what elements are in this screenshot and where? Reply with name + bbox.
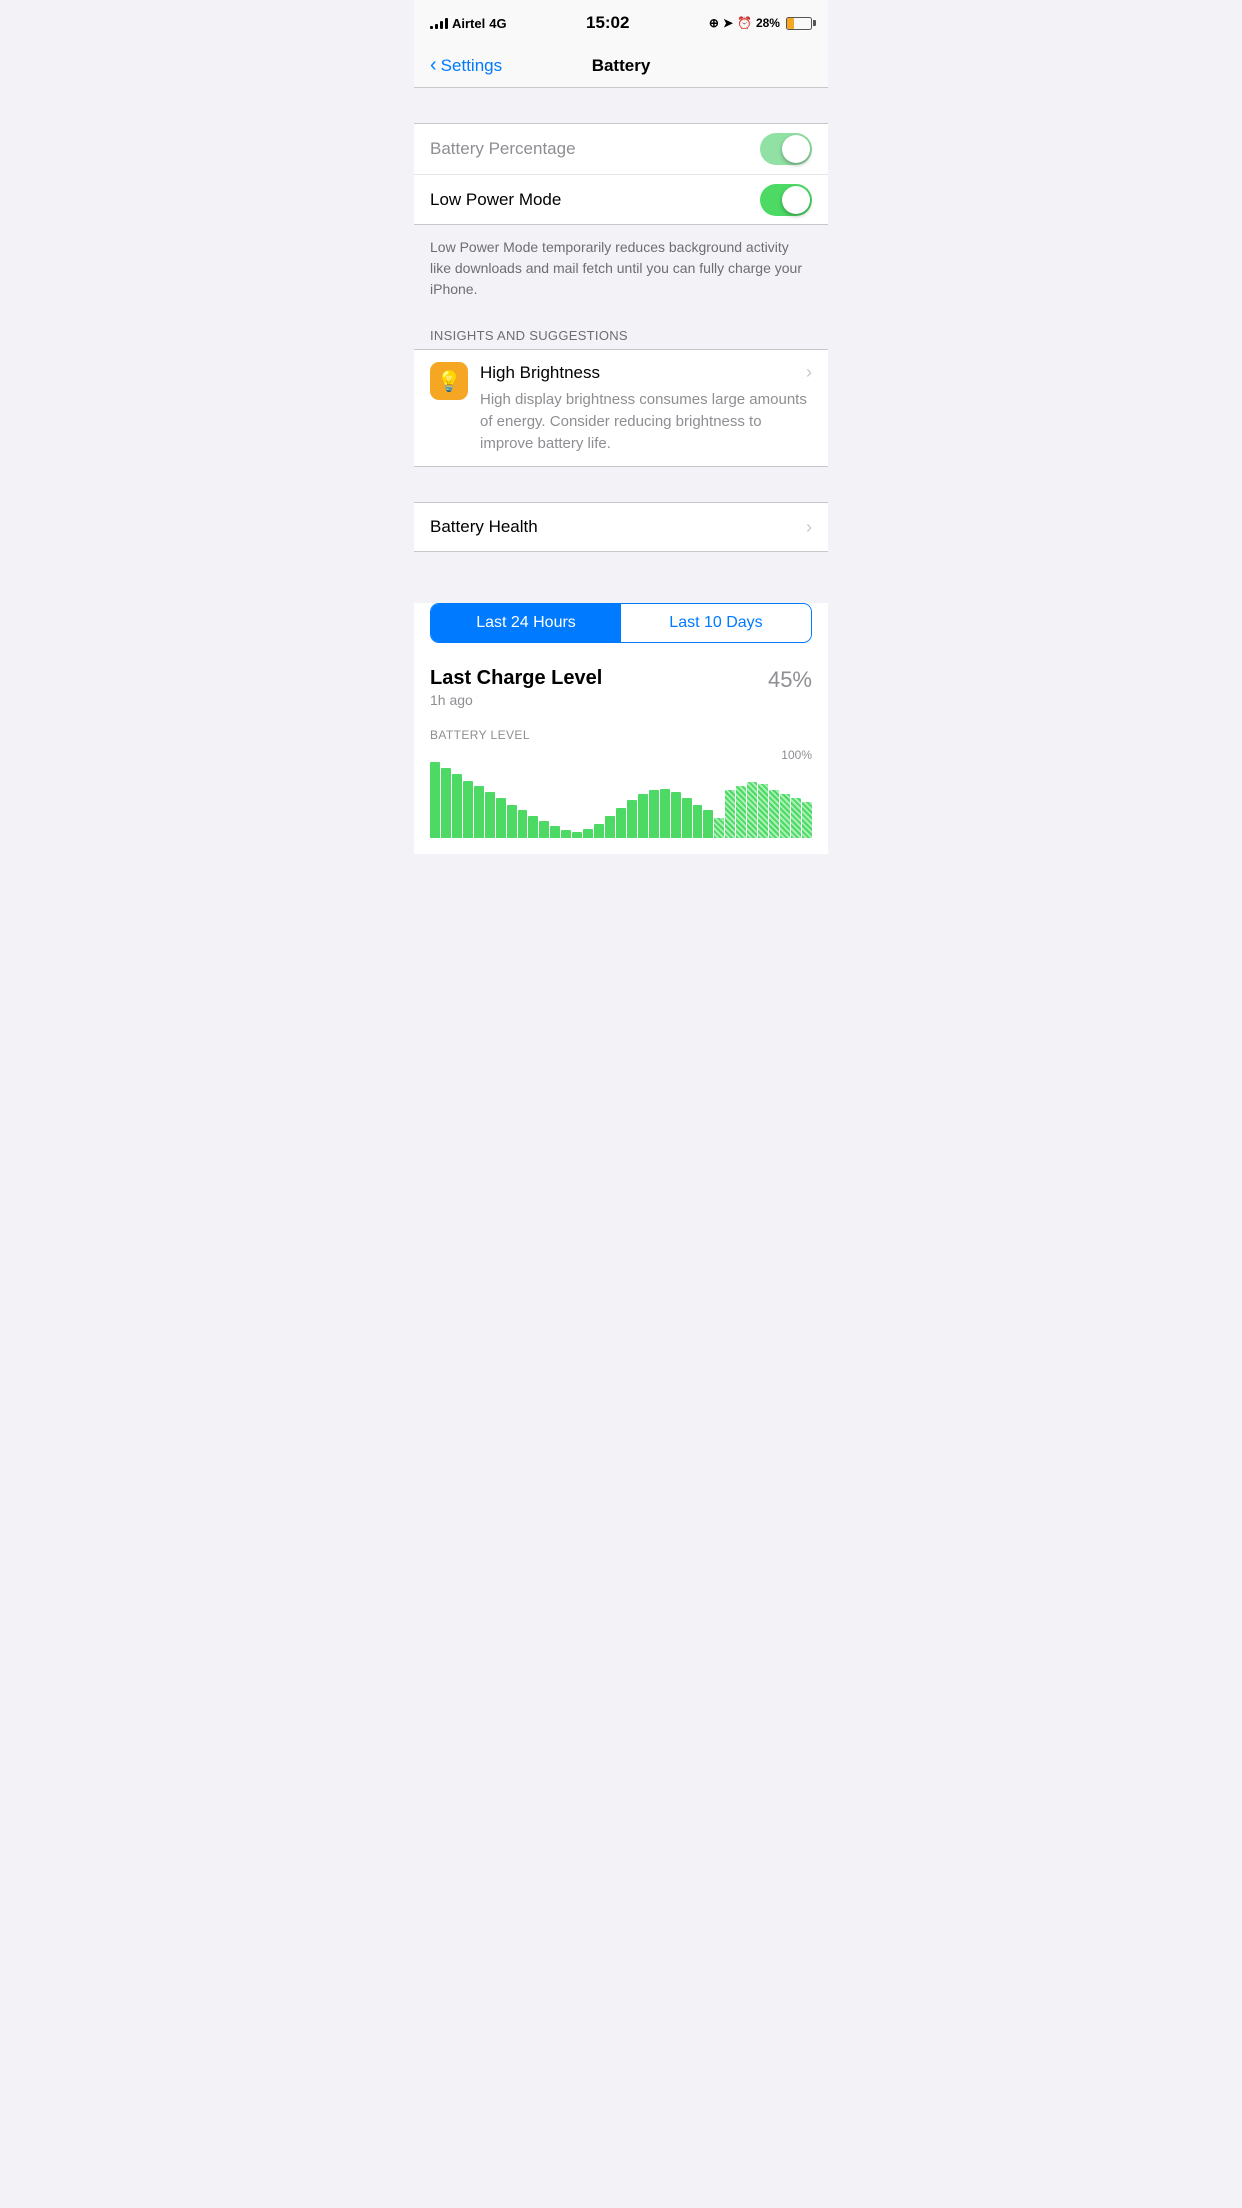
chart-bar: [769, 790, 779, 838]
navigation-icon: ➤: [723, 16, 733, 30]
time-range-selector: Last 24 Hours Last 10 Days: [430, 603, 812, 643]
chart-bar: [682, 798, 692, 838]
battery-status-icon: [786, 17, 812, 30]
section-gap-2: [414, 467, 828, 502]
alarm-icon: ⏰: [737, 16, 752, 30]
chart-bar: [736, 786, 746, 838]
chart-bar: [452, 774, 462, 838]
chart-bar: [507, 805, 517, 839]
charge-info: Last Charge Level 1h ago: [430, 667, 602, 708]
chart-bar: [528, 816, 538, 838]
battery-level-chart: 100%: [430, 748, 812, 838]
chart-bar: [649, 790, 659, 838]
battery-percent-text: 28%: [756, 16, 780, 30]
chart-bar: [539, 821, 549, 839]
section-gap-3: [414, 552, 828, 587]
high-brightness-insight[interactable]: 💡 High Brightness › High display brightn…: [414, 349, 828, 467]
chart-bar: [561, 830, 571, 838]
last-charge-section: Last Charge Level 1h ago 45%: [414, 659, 828, 720]
low-power-mode-row: Low Power Mode: [414, 174, 828, 224]
carrier-info: Airtel 4G: [430, 16, 507, 31]
chart-bar: [616, 808, 626, 838]
chart-bar: [572, 832, 582, 838]
chart-bar: [671, 792, 681, 838]
carrier-name: Airtel: [452, 16, 485, 31]
last-24h-button[interactable]: Last 24 Hours: [431, 604, 621, 642]
status-bar: Airtel 4G 15:02 ⊕ ➤ ⏰ 28%: [414, 0, 828, 44]
back-button[interactable]: ‹ Settings: [430, 54, 502, 77]
low-power-mode-label: Low Power Mode: [430, 190, 561, 210]
nav-bar: ‹ Settings Battery: [414, 44, 828, 88]
insight-title-row: High Brightness ›: [480, 362, 812, 383]
location-icon: ⊕: [709, 16, 719, 30]
time-display: 15:02: [586, 13, 629, 33]
chart-bar: [583, 829, 593, 839]
battery-percentage-toggle[interactable]: [760, 133, 812, 165]
chart-bar: [747, 782, 757, 838]
chart-bar: [693, 805, 703, 839]
network-type: 4G: [489, 16, 506, 31]
chart-bar: [496, 798, 506, 838]
charge-title: Last Charge Level: [430, 667, 602, 690]
low-power-description: Low Power Mode temporarily reduces backg…: [414, 225, 828, 320]
chart-bar: [485, 792, 495, 838]
chart-bar: [758, 784, 768, 838]
chart-bar: [605, 816, 615, 838]
toggle-knob-2: [782, 186, 810, 214]
battery-health-label: Battery Health: [430, 517, 538, 537]
back-label: Settings: [441, 56, 502, 76]
battery-health-chevron-icon: ›: [806, 517, 812, 538]
battery-percentage-row: Battery Percentage: [414, 124, 828, 174]
chart-bar: [550, 826, 560, 838]
chart-bar: [430, 762, 440, 838]
chart-bar: [703, 810, 713, 838]
chart-bar: [441, 768, 451, 838]
insights-section-header: INSIGHTS AND SUGGESTIONS: [414, 320, 828, 349]
low-power-mode-toggle[interactable]: [760, 184, 812, 216]
battery-level-chart-section: BATTERY LEVEL 100%: [414, 720, 828, 854]
battery-percentage-label: Battery Percentage: [430, 139, 576, 159]
chart-percent-label: 100%: [781, 748, 812, 762]
chart-bar: [802, 802, 812, 838]
battery-level-chart-label: BATTERY LEVEL: [430, 720, 812, 748]
chart-bar: [660, 789, 670, 839]
insight-title: High Brightness: [480, 363, 600, 383]
battery-settings-group: Battery Percentage Low Power Mode: [414, 123, 828, 225]
insight-description: High display brightness consumes large a…: [480, 389, 812, 454]
status-icons: ⊕ ➤ ⏰ 28%: [709, 16, 812, 30]
section-gap-1: [414, 88, 828, 123]
last-10d-button[interactable]: Last 10 Days: [621, 604, 811, 642]
chart-bar: [714, 818, 724, 838]
chart-bar: [594, 824, 604, 838]
charge-percent-value: 45%: [768, 667, 812, 693]
chart-bar: [638, 794, 648, 838]
chart-bar: [725, 790, 735, 838]
charge-time-ago: 1h ago: [430, 692, 602, 708]
insight-chevron-icon: ›: [806, 362, 812, 383]
chart-bar: [791, 798, 801, 838]
back-chevron-icon: ‹: [430, 54, 437, 77]
page-title: Battery: [592, 56, 651, 76]
chart-bar: [627, 800, 637, 838]
brightness-icon: 💡: [430, 362, 468, 400]
chart-bar: [518, 810, 528, 838]
chart-bar: [474, 786, 484, 838]
toggle-knob: [782, 135, 810, 163]
chart-bar: [780, 794, 790, 838]
battery-health-row[interactable]: Battery Health ›: [414, 502, 828, 552]
chart-bar: [463, 781, 473, 839]
signal-icon: [430, 17, 448, 29]
insight-content: High Brightness › High display brightnes…: [480, 362, 812, 454]
